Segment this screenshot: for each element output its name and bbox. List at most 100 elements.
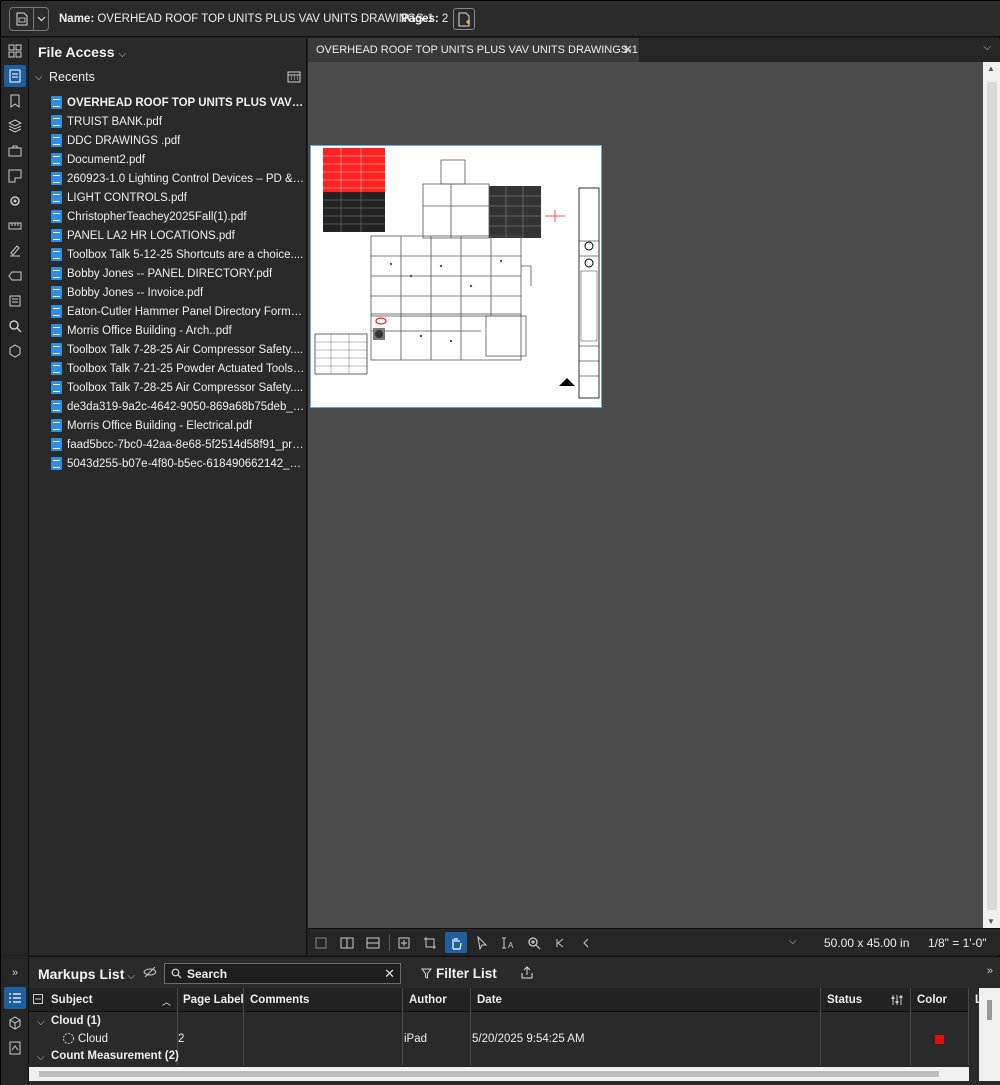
add-page-button[interactable]	[453, 8, 475, 30]
3d-model-icon[interactable]	[4, 1012, 26, 1034]
collapse-chevron-icon[interactable]: ⌵	[35, 72, 43, 83]
tab-list-chevron-icon[interactable]: ⌵	[983, 42, 991, 53]
recent-file-item[interactable]: Morris Office Building - Arch..pdf	[51, 321, 305, 340]
spaces-icon[interactable]	[4, 165, 26, 187]
expand-chevron-icon[interactable]: ⌵	[37, 1017, 45, 1028]
expand-double-chevron-icon[interactable]: »	[987, 965, 993, 977]
recent-file-item[interactable]: Bobby Jones -- Invoice.pdf	[51, 283, 305, 302]
recent-file-item[interactable]: Document2.pdf	[51, 150, 305, 169]
filter-list-button[interactable]: Filter List	[420, 966, 497, 981]
scroll-down-icon[interactable]: ▼	[987, 917, 995, 926]
recent-file-item[interactable]: ChristopherTeachey2025Fall(1).pdf	[51, 207, 305, 226]
recent-file-item[interactable]: Toolbox Talk 7-21-25 Powder Actuated Too…	[51, 359, 305, 378]
signature-icon[interactable]	[4, 240, 26, 262]
expand-double-chevron-icon[interactable]: »	[4, 962, 26, 984]
recent-file-item[interactable]: faad5bcc-7bc0-42aa-8e68-5f2514d58f91_pro…	[51, 435, 305, 454]
vertical-scrollbar[interactable]: ▲ ▼	[983, 62, 1000, 928]
recent-file-item[interactable]: LIGHT CONTROLS.pdf	[51, 188, 305, 207]
recent-file-name: de3da319-9a2c-4642-9050-869a68b75deb_pro…	[67, 400, 305, 413]
recent-file-name: PANEL LA2 HR LOCATIONS.pdf	[67, 229, 235, 242]
recent-file-name: Toolbox Talk 7-21-25 Powder Actuated Too…	[67, 362, 305, 375]
document-icon	[10, 8, 34, 30]
links-icon[interactable]	[4, 340, 26, 362]
markups-list-icon[interactable]	[4, 987, 26, 1009]
split-horizontal-icon[interactable]	[362, 932, 384, 953]
document-menu-button[interactable]	[9, 7, 49, 31]
split-vertical-icon[interactable]	[336, 932, 358, 953]
zoom-icon[interactable]	[523, 932, 545, 953]
column-author[interactable]: Author	[409, 994, 447, 1006]
recent-file-item[interactable]: 5043d255-b07e-4f80-b5ec-618490662142_pro…	[51, 454, 305, 473]
recents-header[interactable]: ⌵ Recents	[35, 70, 301, 86]
pdf-file-icon	[51, 457, 62, 470]
recent-file-item[interactable]: Bobby Jones -- PANEL DIRECTORY.pdf	[51, 264, 305, 283]
single-page-icon[interactable]	[310, 932, 332, 953]
stamp-icon[interactable]	[4, 290, 26, 312]
select-text-icon[interactable]: A	[497, 932, 519, 953]
recent-file-item[interactable]: OVERHEAD ROOF TOP UNITS PLUS VAV UNITS D…	[51, 93, 305, 112]
column-status[interactable]: Status	[827, 994, 862, 1006]
column-date[interactable]: Date	[477, 994, 502, 1006]
pan-hand-icon[interactable]	[445, 932, 467, 953]
markups-search-field[interactable]: Search ✕	[164, 963, 401, 984]
recent-file-item[interactable]: 260923-1.0 Lighting Control Devices – PD…	[51, 169, 305, 188]
toolchest-icon[interactable]	[4, 140, 26, 162]
collapse-all-icon[interactable]	[33, 994, 43, 1007]
sort-ascending-icon[interactable]: ︿	[162, 995, 171, 1008]
file-access-title[interactable]: File Access ⌵	[38, 44, 126, 60]
measurements-ruler-icon[interactable]	[4, 215, 26, 237]
select-arrow-icon[interactable]	[471, 932, 493, 953]
tag-icon[interactable]	[4, 265, 26, 287]
properties-icon[interactable]	[4, 1037, 26, 1059]
scrollbar-thumb[interactable]	[987, 82, 997, 910]
close-icon[interactable]: ✕	[622, 42, 633, 58]
recent-file-name: Eaton-Cutler Hammer Panel Directory Form…	[67, 305, 305, 318]
markups-list-title[interactable]: Markups List ⌵	[38, 966, 135, 982]
snapshot-icon[interactable]	[393, 932, 415, 953]
cell-author: iPad	[404, 1033, 428, 1045]
horizontal-scrollbar[interactable]	[29, 1067, 969, 1081]
document-tab[interactable]: OVERHEAD ROOF TOP UNITS PLUS VAV UNITS D…	[308, 38, 640, 62]
column-subject[interactable]: Subject	[51, 994, 93, 1006]
column-settings-icon[interactable]	[891, 994, 903, 1009]
search-icon[interactable]	[4, 315, 26, 337]
hide-markups-eye-icon[interactable]	[143, 966, 157, 981]
clear-search-icon[interactable]: ✕	[384, 966, 395, 982]
name-label: Name:	[59, 13, 95, 25]
recent-file-item[interactable]: de3da319-9a2c-4642-9050-869a68b75deb_pro…	[51, 397, 305, 416]
column-divider	[243, 988, 244, 1065]
scale-readout[interactable]: 1/8" = 1'-0"	[928, 936, 987, 950]
first-page-icon[interactable]	[549, 932, 571, 953]
scrollbar-thumb[interactable]	[39, 1071, 939, 1077]
scrollbar-thumb[interactable]	[987, 1000, 992, 1020]
layers-icon[interactable]	[4, 115, 26, 137]
recent-file-item[interactable]: PANEL LA2 HR LOCATIONS.pdf	[51, 226, 305, 245]
file-access-icon[interactable]	[4, 65, 26, 87]
cell-subject: Cloud	[78, 1033, 109, 1045]
recent-file-item[interactable]: Eaton-Cutler Hammer Panel Directory Form…	[51, 302, 305, 321]
calendar-icon[interactable]	[287, 70, 301, 86]
recent-file-item[interactable]: Toolbox Talk 7-28-25 Air Compressor Safe…	[51, 340, 305, 359]
column-comments[interactable]: Comments	[250, 994, 309, 1006]
markups-vertical-scrollbar[interactable]	[979, 988, 1000, 1081]
column-color[interactable]: Color	[917, 994, 947, 1006]
bookmarks-icon[interactable]	[4, 90, 26, 112]
export-share-icon[interactable]	[521, 966, 533, 982]
settings-gear-icon[interactable]	[4, 190, 26, 212]
recent-file-item[interactable]: Morris Office Building - Electrical.pdf	[51, 416, 305, 435]
page-navigation-chevron-icon[interactable]: ⌵	[789, 936, 797, 947]
crop-icon[interactable]	[419, 932, 441, 953]
expand-chevron-icon[interactable]: ⌵	[37, 1052, 45, 1063]
recent-file-item[interactable]: Toolbox Talk 7-28-25 Air Compressor Safe…	[51, 378, 305, 397]
column-page-label[interactable]: Page Label	[183, 994, 244, 1006]
thumbnails-icon[interactable]	[4, 40, 26, 62]
pdf-file-icon	[51, 400, 62, 413]
drawing-page[interactable]	[310, 145, 602, 408]
recent-file-item[interactable]: DDC DRAWINGS .pdf	[51, 131, 305, 150]
scroll-up-icon[interactable]: ▲	[987, 64, 995, 73]
previous-page-icon[interactable]	[575, 932, 597, 953]
recent-file-item[interactable]: TRUIST BANK.pdf	[51, 112, 305, 131]
recent-file-item[interactable]: Toolbox Talk 5-12-25 Shortcuts are a cho…	[51, 245, 305, 264]
column-divider	[910, 988, 911, 1065]
pdf-file-icon	[51, 248, 62, 261]
